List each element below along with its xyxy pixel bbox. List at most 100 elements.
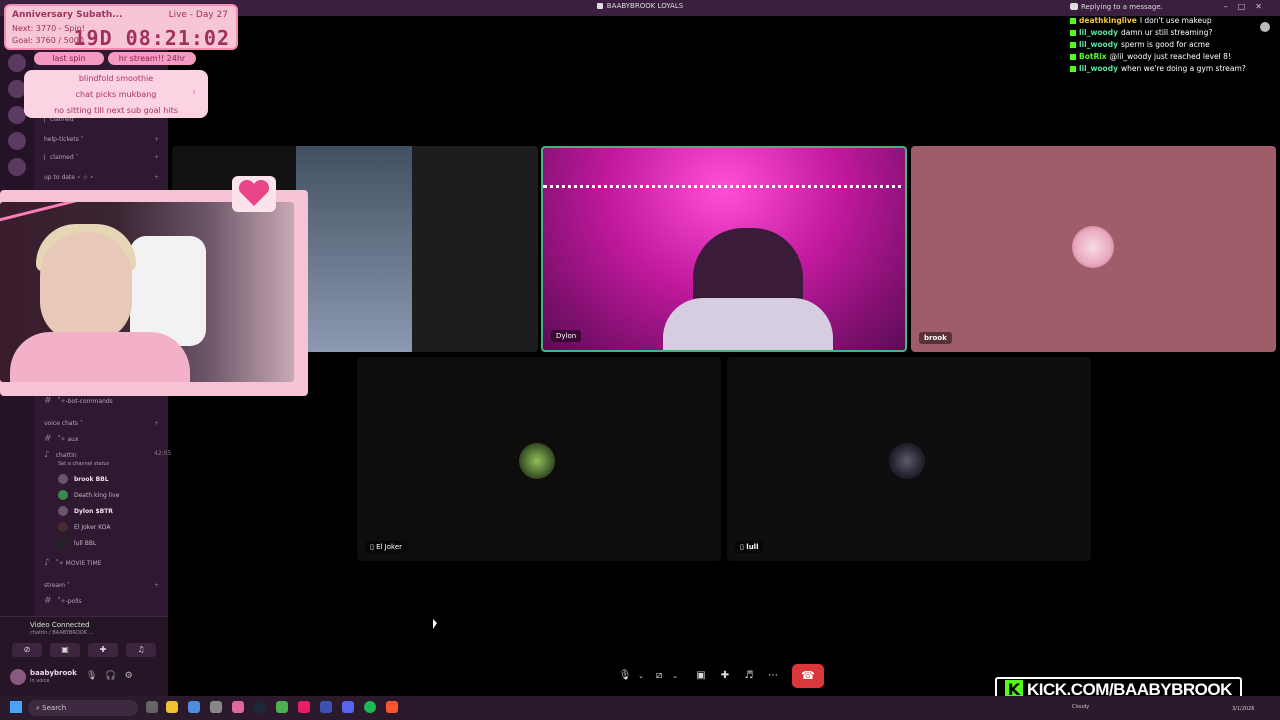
chat-username: lil_woody (1079, 64, 1118, 73)
video-tile-brook[interactable]: brook (911, 146, 1276, 352)
add-icon[interactable]: + (154, 420, 159, 427)
channel-label: ˚✧ MOVIE TIME (55, 560, 102, 567)
task-view-icon[interactable] (146, 701, 158, 713)
discord-icon[interactable] (342, 701, 354, 713)
server-icon[interactable] (8, 54, 26, 72)
voice-status-title: Video Connected (30, 621, 90, 629)
chat-bubble-icon (1070, 3, 1078, 10)
add-icon[interactable]: + (154, 582, 159, 589)
app-icon[interactable] (232, 701, 244, 713)
end-call-button[interactable]: ☎ (792, 664, 824, 688)
channel-item[interactable]: # ˚✧-polls (44, 596, 82, 606)
voice-user-tag: KOA (98, 524, 111, 531)
add-icon[interactable]: + (154, 154, 159, 161)
add-icon[interactable]: + (154, 174, 159, 181)
add-icon[interactable]: + (154, 136, 159, 143)
activities-button[interactable]: ✚ (88, 643, 118, 657)
live-day: Live - Day 27 (168, 10, 228, 20)
kick-badge-icon (1070, 66, 1076, 72)
avatar (58, 474, 68, 484)
voice-user-name: Death king live (74, 492, 120, 499)
soundboard-icon[interactable]: ♬ (740, 668, 758, 684)
channel-item[interactable]: # ˚✧ aux (44, 434, 79, 444)
channel-label: help-tickets ˅ (44, 136, 84, 143)
window-title-text: BAABYBROOK LOYALS (606, 2, 684, 10)
voice-user[interactable]: Death king live (58, 490, 119, 500)
brave-icon[interactable] (386, 701, 398, 713)
screen-share-button[interactable]: ▣ (50, 643, 80, 657)
participant-name-text: El Joker (376, 543, 403, 551)
channel-item[interactable]: ♪ ˚✧ MOVIE TIME (44, 558, 101, 568)
voice-channel-item[interactable]: ♪ chattin 42:05 (44, 450, 171, 460)
chat-text: I don't use makeup (1139, 16, 1212, 25)
video-tile-dylon[interactable]: Dylon (541, 146, 907, 352)
channel-item[interactable]: # ˚✧-bot-commands (44, 396, 113, 406)
avatar (58, 538, 68, 548)
mouse-cursor-icon (433, 619, 437, 629)
speaker-icon: ♪ (44, 558, 50, 568)
channel-item[interactable]: help-tickets ˅ + (44, 136, 159, 143)
kick-badge-icon (1070, 42, 1076, 48)
xbox-icon[interactable] (276, 701, 288, 713)
avatar (58, 490, 68, 500)
camera-off-button[interactable]: ⊘ (12, 643, 42, 657)
app-icon[interactable] (320, 701, 332, 713)
folder-icon[interactable] (188, 701, 200, 713)
video-tile-lull[interactable]: ▯ lull (727, 357, 1091, 561)
category-item[interactable]: voice chats ˅ + (44, 420, 159, 427)
spotify-icon[interactable] (364, 701, 376, 713)
voice-user[interactable]: brook BBL (58, 474, 109, 484)
screen-share-side (412, 146, 538, 352)
activities-icon[interactable]: ✚ (716, 668, 734, 684)
channel-label: ˚✧-polls (57, 598, 82, 605)
category-item[interactable]: stream ˅ + (44, 582, 159, 589)
tiktok-icon[interactable] (298, 701, 310, 713)
chat-text: damn ur still streaming? (1120, 28, 1213, 37)
voice-status-subtitle[interactable]: chattin / BAABYBROOK ... (30, 630, 93, 636)
obs-icon[interactable] (210, 701, 222, 713)
more-options-icon[interactable]: ⋯ (764, 668, 782, 684)
soundboard-button[interactable]: ♫ (126, 643, 156, 657)
voice-user[interactable]: lull BBL (58, 538, 96, 548)
taskbar-search[interactable]: ⌕ Search (28, 700, 138, 716)
chat-message: BotRix @lil_woody just reached level 8! (1070, 52, 1270, 64)
chevron-down-icon[interactable]: ⌄ (632, 668, 650, 684)
led-lights (543, 158, 905, 188)
chat-message: lil_woody sperm is good for acme (1070, 40, 1270, 52)
window-controls[interactable]: –□✕ (1224, 2, 1272, 11)
hash-icon: # (44, 596, 52, 606)
voice-user[interactable]: Dylon $BTR (58, 506, 113, 516)
voice-user-name: lull (74, 540, 83, 547)
channel-label: chattin (55, 452, 77, 459)
server-icon[interactable] (8, 158, 26, 176)
subathon-title: Anniversary Subath... (12, 10, 123, 20)
stream-hours-pill: hr stream!! 24hr (108, 52, 196, 65)
chat-text: @lil_woody just reached level 8! (1109, 52, 1231, 61)
channel-item[interactable]: ⎸claimed ˅ + (44, 154, 159, 162)
streamer-webcam (0, 202, 294, 382)
call-controls: 🎙 ⌄ ⧄ ⌄ ▣ ✚ ♬ ⋯ ☎ (612, 664, 828, 688)
participant-name: brook (919, 332, 952, 344)
user-controls[interactable]: 🎙🎧⚙ (86, 671, 141, 681)
file-explorer-icon[interactable] (166, 701, 178, 713)
avatar (889, 443, 925, 479)
channel-status[interactable]: Set a channel status (58, 461, 109, 467)
chat-message: deathkinglive I don't use makeup (1070, 16, 1270, 28)
server-icon[interactable] (8, 132, 26, 150)
voice-user[interactable]: El Joker KOA (58, 522, 110, 532)
avatar[interactable] (10, 669, 26, 685)
windows-start-icon[interactable] (10, 701, 22, 713)
discord-icon (596, 3, 603, 9)
clock-date[interactable]: 3/1/2026 (1232, 706, 1254, 712)
steam-icon[interactable] (254, 701, 266, 713)
gaming-chair (130, 236, 206, 346)
current-user-status: In voice (30, 678, 50, 684)
category-label: voice chats ˅ (44, 420, 83, 427)
channel-item[interactable]: up to date ⋆ ☆ ⋆ + (44, 174, 159, 181)
screen-share-icon[interactable]: ▣ (692, 668, 710, 684)
participant-name: ▯ El Joker (365, 541, 408, 553)
kick-badge-icon (1070, 18, 1076, 24)
weather-status[interactable]: Cloudy (1072, 704, 1089, 710)
video-tile-joker[interactable]: ▯ El Joker (357, 357, 721, 561)
chevron-down-icon[interactable]: ⌄ (666, 668, 684, 684)
